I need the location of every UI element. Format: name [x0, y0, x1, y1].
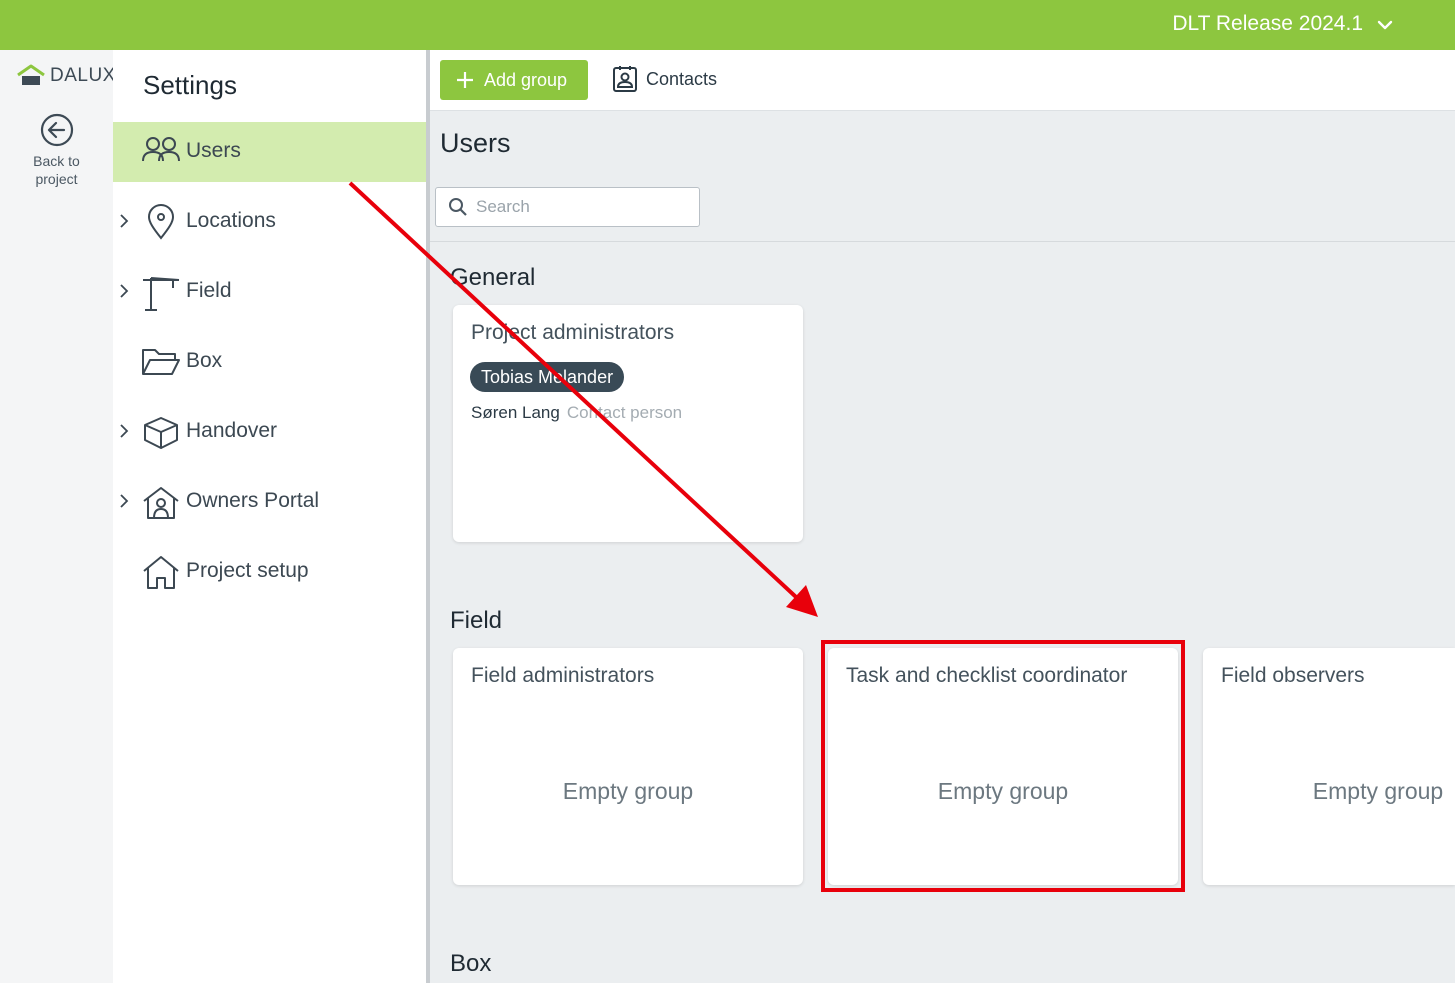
- sidebar-item-label: Handover: [186, 419, 278, 442]
- empty-group-text: Empty group: [1312, 778, 1444, 804]
- house-person-icon: [143, 487, 179, 519]
- section-title-general: General: [450, 264, 536, 291]
- chevron-right-icon[interactable]: [119, 213, 129, 229]
- sidebar-item-handover[interactable]: Handover: [113, 402, 426, 462]
- plus-icon: [457, 72, 473, 88]
- users-icon: [142, 137, 180, 162]
- search-placeholder: Search: [476, 197, 530, 216]
- page-title: Users: [440, 128, 511, 158]
- sidebar-item-locations[interactable]: Locations: [113, 192, 426, 252]
- sidebar-item-field[interactable]: Field: [113, 262, 426, 322]
- sidebar-item-owners-portal[interactable]: Owners Portal: [113, 472, 426, 532]
- chevron-right-icon[interactable]: [119, 493, 129, 509]
- member-name: Søren Lang: [471, 403, 560, 422]
- group-title: Field administrators: [471, 664, 655, 687]
- arrow-left-circle-icon: [40, 113, 73, 147]
- settings-sidebar: Settings Users Locations Field Box Hando…: [113, 50, 426, 983]
- sidebar-item-label: Owners Portal: [186, 489, 320, 512]
- group-card-field-administrators[interactable]: Field administrators Empty group: [453, 648, 803, 885]
- section-title-field: Field: [450, 607, 503, 634]
- add-group-label: Add group: [484, 69, 568, 90]
- crane-icon: [143, 277, 180, 311]
- search-icon: [449, 198, 467, 216]
- back-label-line2: project: [35, 171, 78, 187]
- member-row[interactable]: Søren Lang Contact person: [471, 403, 682, 423]
- panel-divider[interactable]: [426, 50, 430, 983]
- sidebar-item-label: Box: [186, 349, 223, 372]
- chevron-down-icon: [1377, 20, 1393, 30]
- sidebar-item-users[interactable]: Users: [113, 122, 426, 182]
- sidebar-item-project-setup[interactable]: Project setup: [113, 542, 426, 602]
- contact-card-icon: [613, 66, 637, 92]
- sidebar-item-label: Users: [186, 139, 241, 162]
- separator: [430, 241, 1455, 242]
- add-group-button[interactable]: Add group: [440, 60, 588, 100]
- home-icon: [143, 556, 179, 589]
- annotation-highlight-box: [821, 640, 1185, 892]
- back-to-project-button[interactable]: Back to project: [0, 112, 113, 188]
- map-pin-icon: [147, 204, 175, 240]
- chevron-right-icon[interactable]: [119, 283, 129, 299]
- member-role: Contact person: [566, 403, 683, 422]
- top-bar: DLT Release 2024.1: [0, 0, 1455, 50]
- group-title: Project administrators: [471, 321, 675, 344]
- group-card-field-observers[interactable]: Field observers Empty group: [1203, 648, 1455, 885]
- contacts-label: Contacts: [646, 68, 718, 89]
- group-title: Field observers: [1221, 664, 1365, 687]
- package-icon: [144, 417, 178, 449]
- sidebar-item-box[interactable]: Box: [113, 332, 426, 392]
- chevron-right-icon[interactable]: [119, 423, 129, 439]
- sidebar-item-label: Field: [186, 279, 232, 302]
- search-input[interactable]: Search: [435, 187, 700, 227]
- house-logo-icon: [17, 64, 45, 85]
- settings-title: Settings: [143, 70, 237, 100]
- dalux-logo[interactable]: DALUX: [16, 64, 116, 88]
- app-rail: DALUX Back to project: [0, 50, 116, 983]
- project-name: DLT Release 2024.1: [1172, 12, 1363, 35]
- sidebar-item-label: Project setup: [186, 559, 309, 582]
- group-card-project-administrators[interactable]: Project administrators Tobias Melander S…: [453, 305, 803, 542]
- logo-text: DALUX: [50, 65, 116, 86]
- folder-open-icon: [142, 349, 180, 375]
- sidebar-item-label: Locations: [186, 209, 276, 232]
- section-title-box: Box: [450, 950, 492, 977]
- toolbar: Add group Contacts: [430, 50, 1455, 111]
- project-selector[interactable]: DLT Release 2024.1: [1172, 12, 1393, 36]
- empty-group-text: Empty group: [562, 778, 694, 804]
- back-label-line1: Back to: [33, 153, 80, 169]
- member-chip[interactable]: Tobias Melander: [470, 362, 625, 392]
- contacts-button[interactable]: Contacts: [612, 65, 717, 93]
